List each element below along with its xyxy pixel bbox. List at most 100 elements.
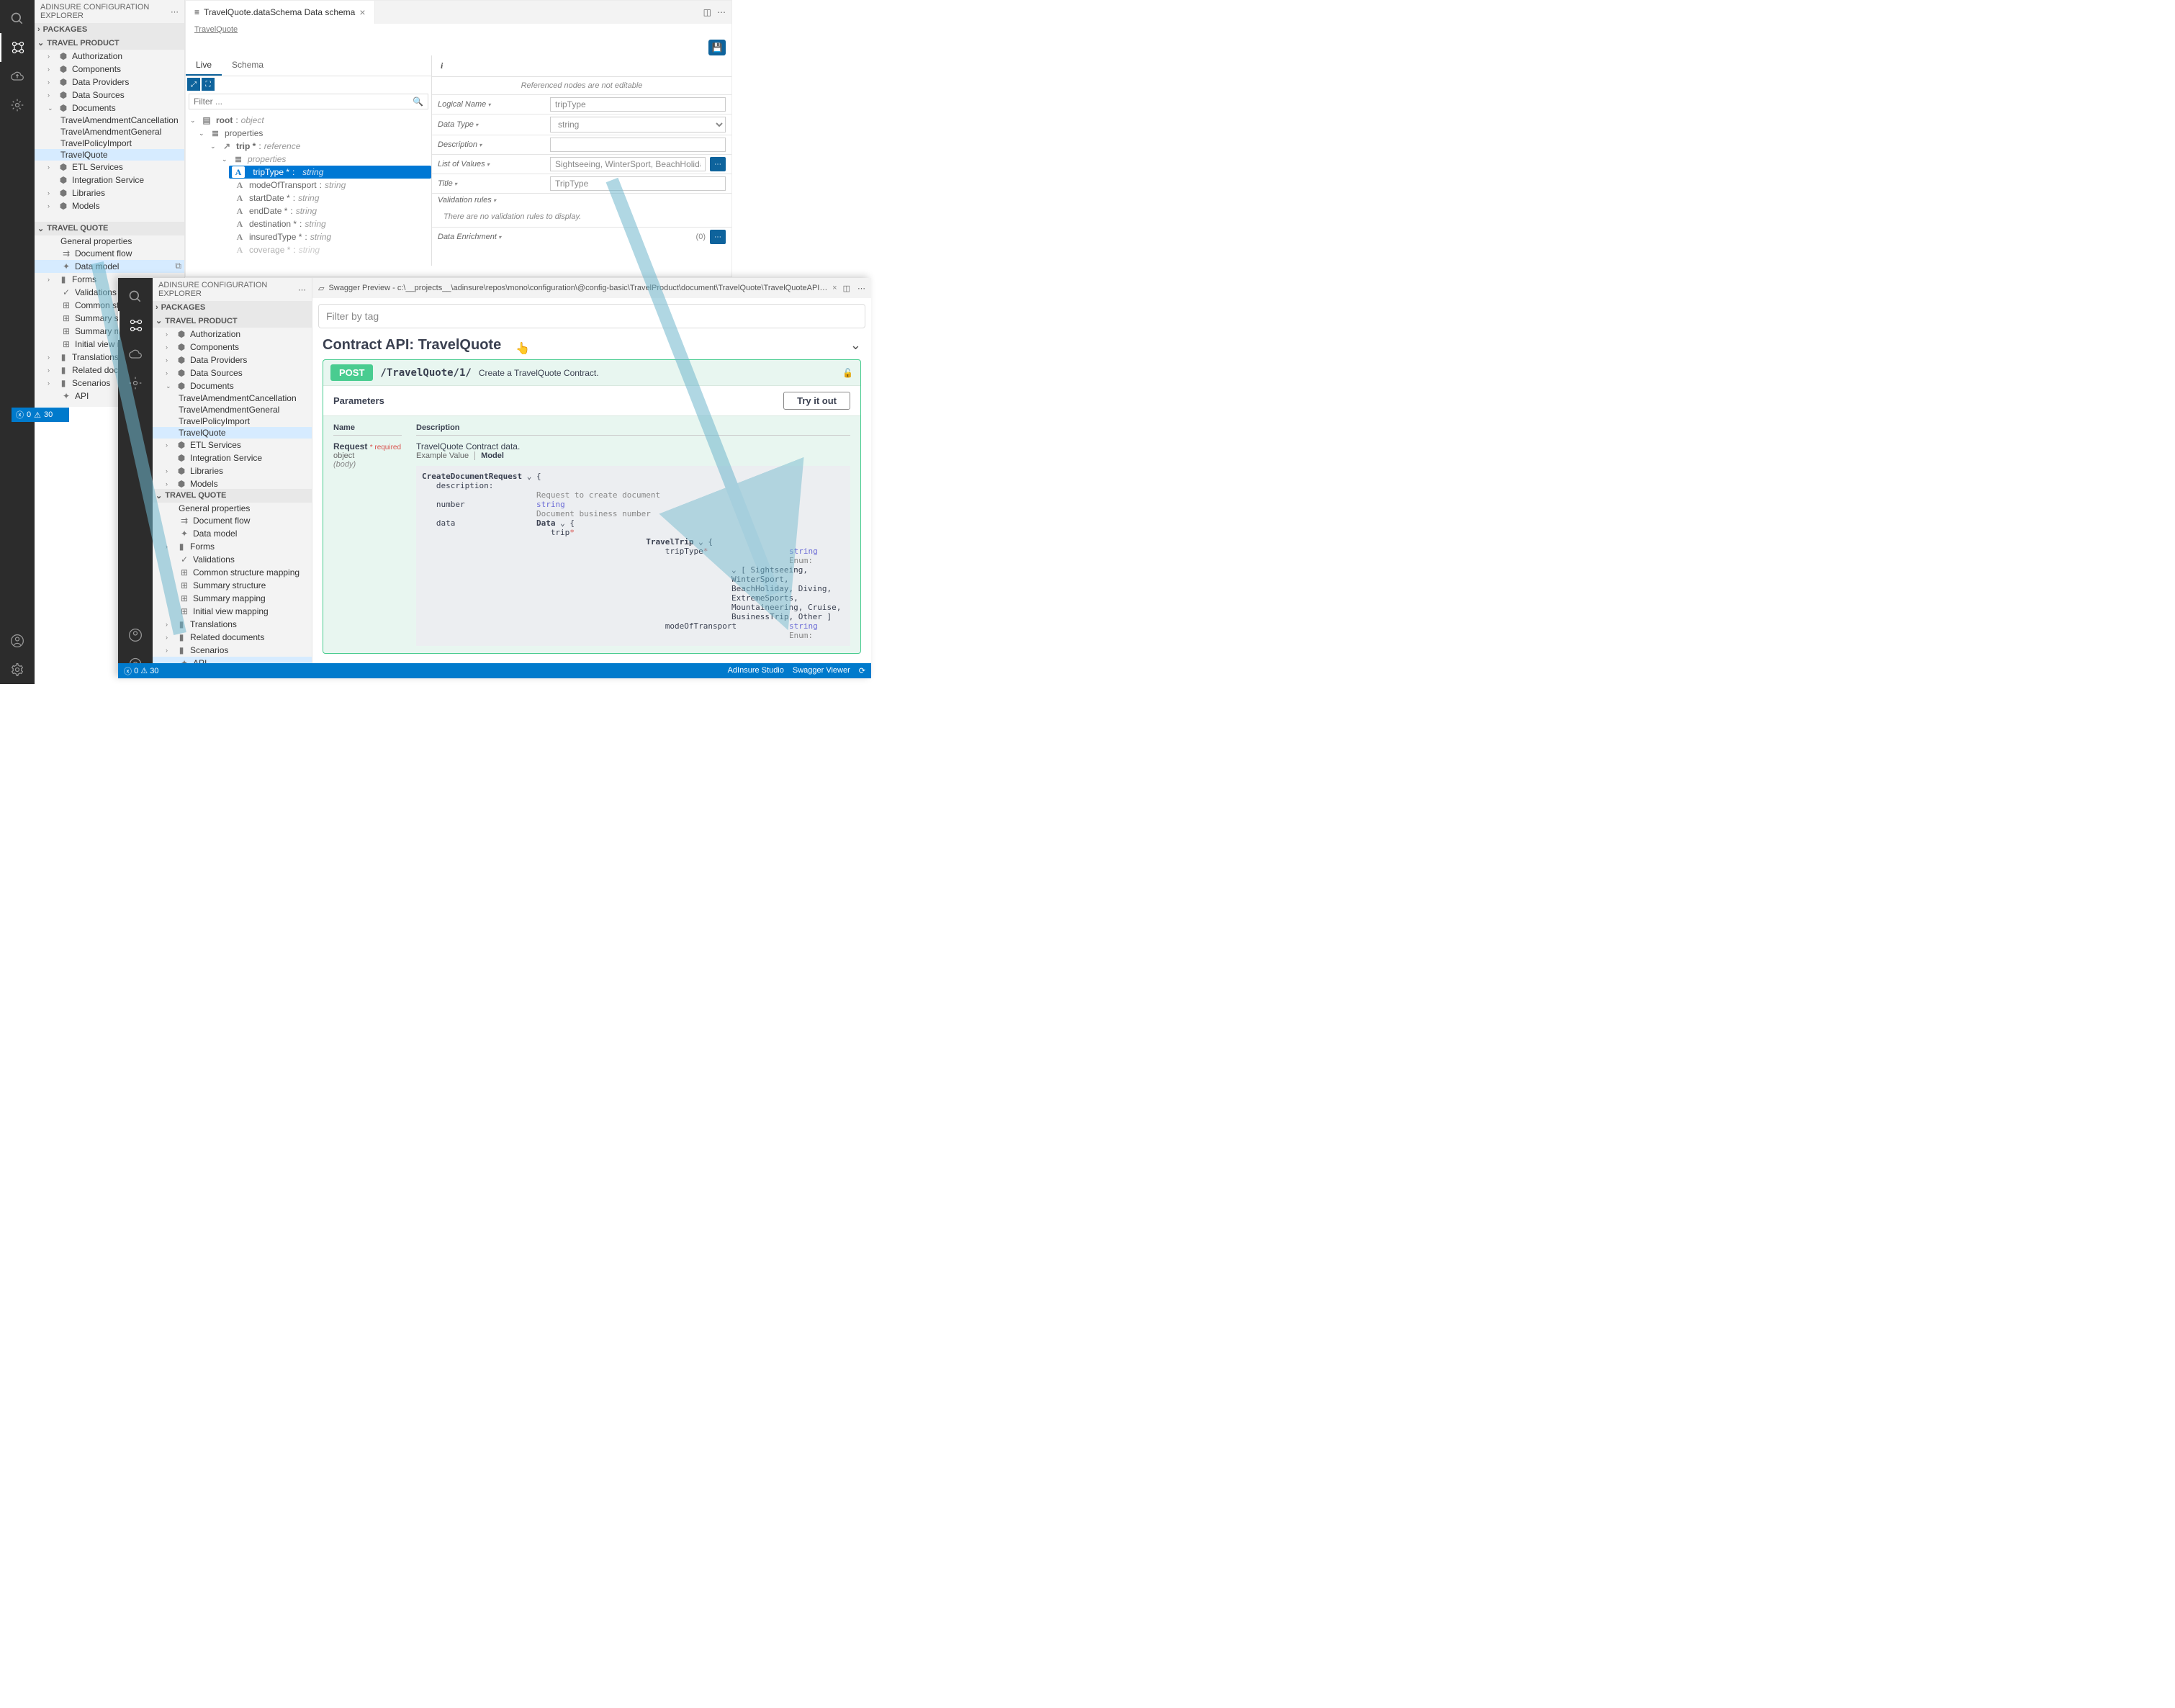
module-icon: ⬢ xyxy=(58,102,69,114)
section-packages[interactable]: ›PACKAGES xyxy=(35,23,184,36)
expand-icon[interactable]: ⤢ xyxy=(187,78,200,91)
tq-general[interactable]: General properties xyxy=(35,235,184,247)
search-icon[interactable] xyxy=(118,282,153,311)
data-type-select[interactable]: string xyxy=(550,117,726,132)
cloud-upload-icon[interactable] xyxy=(0,62,35,91)
model-schema[interactable]: CreateDocumentRequest ⌄ { description: R… xyxy=(416,466,850,646)
section-travel-quote[interactable]: ⌄TRAVEL QUOTE xyxy=(35,222,184,235)
tree-doc-travelquote[interactable]: TravelQuote xyxy=(153,427,312,439)
logical-name-input[interactable] xyxy=(550,97,726,112)
filter-by-tag-input[interactable]: Filter by tag xyxy=(318,304,865,328)
tree-documents[interactable]: ⌄⬢Documents xyxy=(35,102,184,114)
warning-icon[interactable]: ⚠ xyxy=(34,410,41,420)
module-icon: ⬢ xyxy=(58,161,69,173)
description-input[interactable] xyxy=(550,138,726,152)
prop-insuredType[interactable]: AinsuredType * : string xyxy=(186,230,431,243)
readonly-notice: Referenced nodes are not editable xyxy=(432,77,731,94)
settings-gear-icon[interactable] xyxy=(118,369,153,397)
manage-gear-icon[interactable] xyxy=(0,655,35,684)
tq-docflow[interactable]: ⇉Document flow xyxy=(35,247,184,260)
tree-components[interactable]: ›⬢Components xyxy=(35,63,184,76)
tab-live[interactable]: Live xyxy=(186,55,222,76)
breadcrumb[interactable]: TravelQuote xyxy=(186,24,731,35)
prop-coverage[interactable]: Acoverage * : string xyxy=(186,243,431,256)
more-icon[interactable]: ⋯ xyxy=(298,285,306,295)
tree-doc-cancel[interactable]: TravelAmendmentCancellation xyxy=(35,114,184,126)
explorer-icon[interactable] xyxy=(0,33,35,62)
tab-schema[interactable]: Schema xyxy=(222,55,274,76)
prop-tripType[interactable]: A tripType * : string xyxy=(229,166,431,179)
status-adinsure[interactable]: AdInsure Studio xyxy=(728,666,784,675)
tq-data-model[interactable]: ✦Data model⧉ xyxy=(35,260,184,273)
tab-dataschema[interactable]: ≡ TravelQuote.dataSchema Data schema × xyxy=(186,1,375,24)
status-swagger[interactable]: Swagger Viewer xyxy=(793,666,850,675)
tree-documents[interactable]: ⌄⬢Documents xyxy=(153,379,312,392)
tree-authorization[interactable]: ›⬢Authorization xyxy=(35,50,184,63)
lock-icon[interactable]: 🔓 xyxy=(842,368,853,378)
prop-endDate[interactable]: AendDate * : string xyxy=(186,204,431,217)
try-it-out-button[interactable]: Try it out xyxy=(783,392,850,410)
tree-libraries[interactable]: ›⬢Libraries xyxy=(35,186,184,199)
tree-doc-general[interactable]: TravelAmendmentGeneral xyxy=(35,126,184,138)
module-icon: ⬢ xyxy=(58,174,69,186)
section-travel-quote[interactable]: ⌄TRAVEL QUOTE xyxy=(153,489,312,503)
example-value-tab[interactable]: Example Value xyxy=(416,451,469,460)
api-title[interactable]: Contract API: TravelQuote xyxy=(323,337,501,354)
section-travel-product[interactable]: ⌄TRAVEL PRODUCT xyxy=(35,36,184,50)
tq-api[interactable]: ✦API xyxy=(153,657,312,664)
folder-icon: ▮ xyxy=(58,377,69,389)
enrichment-edit-button[interactable]: ⋯ xyxy=(710,230,726,244)
settings-gear-icon[interactable] xyxy=(0,91,35,120)
list-icon: ≣ xyxy=(232,153,245,165)
model-tab[interactable]: Model xyxy=(474,451,504,460)
title-input[interactable] xyxy=(550,176,726,191)
close-icon[interactable]: × xyxy=(832,284,837,292)
editor-dataschema: ≡ TravelQuote.dataSchema Data schema × ◫… xyxy=(185,0,732,277)
fullscreen-icon[interactable]: ⛶ xyxy=(202,78,215,91)
lov-edit-button[interactable]: ⋯ xyxy=(710,157,726,171)
account-icon[interactable] xyxy=(0,626,35,655)
search-icon[interactable]: 🔍 xyxy=(408,96,428,107)
section-packages[interactable]: ›PACKAGES xyxy=(153,301,312,314)
split-icon[interactable]: ◫ xyxy=(703,7,711,17)
prop-destination[interactable]: Adestination * : string xyxy=(186,217,431,230)
error-icon[interactable]: ⓧ xyxy=(16,409,24,421)
prop-startDate[interactable]: AstartDate * : string xyxy=(186,192,431,204)
tree-data-sources[interactable]: ›⬢Data Sources xyxy=(153,367,312,379)
tree-data-providers[interactable]: ›⬢Data Providers xyxy=(153,354,312,367)
filter-input[interactable] xyxy=(189,94,408,109)
prop-modeOfTransport[interactable]: AmodeOfTransport : string xyxy=(186,179,431,192)
tree-data-sources[interactable]: ›⬢Data Sources xyxy=(35,89,184,102)
tree-authorization[interactable]: ›⬢Authorization xyxy=(153,328,312,341)
more-icon[interactable]: ⋯ xyxy=(717,7,726,17)
flow-icon: ⇉ xyxy=(60,248,72,259)
lov-input[interactable] xyxy=(550,157,706,171)
cloud-upload-icon[interactable] xyxy=(118,340,153,369)
tree-doc-import[interactable]: TravelPolicyImport xyxy=(35,138,184,149)
copy-icon[interactable]: ⧉ xyxy=(175,261,181,271)
chevron-down-icon[interactable]: ⌄ xyxy=(850,338,861,353)
more-icon[interactable]: ⋯ xyxy=(857,284,865,293)
close-icon[interactable]: × xyxy=(359,6,365,18)
operation-header[interactable]: POST /TravelQuote/1/ Create a TravelQuot… xyxy=(323,360,860,385)
search-icon[interactable] xyxy=(0,4,35,33)
tree-doc-travelquote[interactable]: TravelQuote xyxy=(35,149,184,161)
file-icon: ▤ xyxy=(200,114,213,126)
split-icon[interactable]: ◫ xyxy=(843,284,850,293)
tree-etl[interactable]: ›⬢ETL Services xyxy=(35,161,184,174)
swagger-tab-title: Swagger Preview - c:\__projects__\adinsu… xyxy=(328,284,828,292)
tree-data-providers[interactable]: ›⬢Data Providers xyxy=(35,76,184,89)
save-button[interactable]: 💾 xyxy=(708,40,726,55)
explorer-icon[interactable] xyxy=(118,311,153,340)
warning-icon[interactable]: ⚠ xyxy=(140,666,148,675)
side-panel-title: ADINSURE CONFIGURATION EXPLORER xyxy=(40,3,171,20)
account-icon[interactable] xyxy=(118,621,153,650)
tree-integration[interactable]: ⬢Integration Service xyxy=(35,174,184,186)
tree-models[interactable]: ›⬢Models xyxy=(35,199,184,212)
section-travel-product[interactable]: ⌄TRAVEL PRODUCT xyxy=(153,314,312,328)
more-icon[interactable]: ⋯ xyxy=(171,7,179,17)
tree-components[interactable]: ›⬢Components xyxy=(153,341,312,354)
info-icon[interactable]: i xyxy=(441,60,443,71)
feedback-icon[interactable]: ⟳ xyxy=(859,666,865,675)
error-icon[interactable]: ⓧ xyxy=(124,665,132,677)
